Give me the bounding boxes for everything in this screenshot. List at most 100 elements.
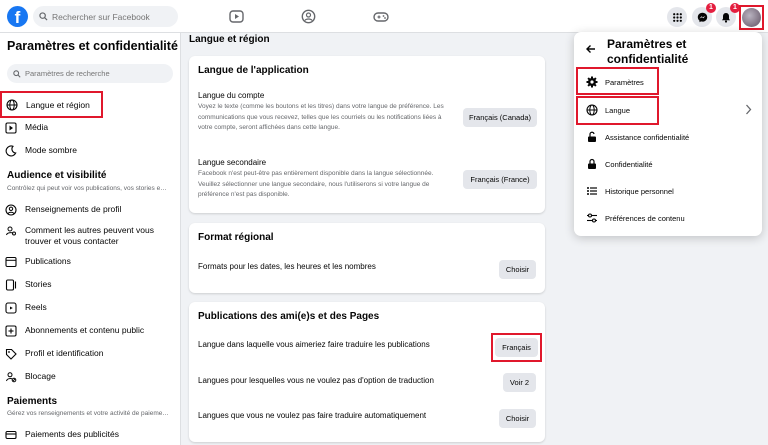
sidebar-item-label: Mode sombre [25, 145, 77, 155]
facebook-search[interactable] [33, 6, 178, 27]
groups-nav-button[interactable] [300, 8, 317, 25]
globe-icon [585, 103, 599, 117]
avatar [742, 8, 761, 27]
gaming-nav-button[interactable] [372, 8, 389, 25]
back-arrow-icon[interactable] [585, 43, 597, 55]
sidebar-item-stories[interactable]: Stories [4, 278, 176, 292]
tag-icon [4, 347, 18, 361]
user-icon [4, 203, 18, 217]
media-icon [4, 121, 18, 135]
secondary-language-label: Langue secondaire [198, 158, 267, 167]
sidebar-title: Paramètres et confidentialité [7, 39, 178, 53]
user-search-icon [4, 224, 18, 238]
search-icon [13, 69, 21, 78]
follow-icon [4, 324, 18, 338]
list-icon [585, 184, 599, 198]
messenger-badge: 1 [706, 3, 716, 13]
card-posts-translation: Publications des ami(e)s et des Pages La… [189, 302, 545, 442]
card-title: Format régional [198, 232, 274, 243]
account-language-desc: Voyez le texte (comme les boutons et les… [198, 103, 444, 131]
no-auto-translate-button[interactable]: Choisir [499, 409, 536, 428]
dropdown-item-parametres[interactable]: Paramètres [578, 69, 758, 95]
facebook-search-input[interactable] [52, 11, 172, 22]
card-title: Langue de l'application [198, 65, 309, 76]
dropdown-item-content-preferences[interactable]: Préférences de contenu [578, 205, 758, 231]
dropdown-item-label: Langue [605, 105, 631, 115]
card-title: Publications des ami(e)s et des Pages [198, 311, 380, 322]
lock-open-icon [585, 130, 599, 144]
sidebar-item-label: Blocage [25, 371, 56, 381]
dropdown-item-label: Préférences de contenu [605, 213, 685, 223]
dropdown-item-activity-log[interactable]: Historique personnel [578, 178, 758, 204]
sidebar-item-label: Stories [25, 279, 52, 289]
notifications-button[interactable]: 1 [716, 3, 740, 27]
settings-search[interactable] [7, 64, 173, 83]
sidebar-item-find-contact[interactable]: Comment les autres peuvent vous trouver … [4, 224, 176, 247]
sidebar-item-label: Comment les autres peuvent vous trouver … [25, 225, 154, 246]
menu-button[interactable] [667, 7, 687, 27]
sidebar-item-profile-tagging[interactable]: Profil et identification [4, 347, 176, 361]
sidebar-item-profile-info[interactable]: Renseignements de profil [4, 203, 176, 217]
settings-dropdown: Paramètres et confidentialité Paramètres… [574, 32, 762, 236]
sidebar-item-posts[interactable]: Publications [4, 255, 176, 269]
sidebar-item-langue-region[interactable]: Langue et région [0, 91, 103, 118]
secondary-language-desc: Facebook n'est peut-être pas entièrement… [198, 170, 434, 198]
messenger-icon [697, 12, 707, 22]
dropdown-item-label: Assistance confidentialité [605, 132, 690, 142]
messenger-button[interactable]: 1 [692, 3, 716, 27]
no-auto-translate-label: Langues que vous ne voulez pas faire tra… [198, 411, 427, 420]
sidebar-item-label: Profil et identification [25, 348, 104, 358]
section-audience-title: Audience et visibilité [7, 170, 107, 181]
sidebar-item-label: Reels [25, 302, 47, 312]
stories-icon [4, 278, 18, 292]
dropdown-item-label: Confidentialité [605, 159, 653, 169]
sidebar-item-follows[interactable]: Abonnements et contenu public [4, 324, 176, 338]
sidebar-item-reels[interactable]: Reels [4, 301, 176, 315]
groups-icon [301, 9, 316, 24]
sidebar-item-label: Abonnements et contenu public [25, 325, 145, 335]
top-bar: f 1 1 [0, 0, 768, 33]
no-translation-label: Langues pour lesquelles vous ne voulez p… [198, 376, 434, 385]
account-language-button[interactable]: Français (Canada) [463, 108, 537, 127]
section-audience-subtitle: Contrôlez qui peut voir vos publications… [7, 185, 167, 192]
dropdown-item-langue[interactable]: Langue [578, 97, 758, 123]
dropdown-item-privacy[interactable]: Confidentialité [578, 151, 758, 177]
reels-icon [4, 301, 18, 315]
video-icon [229, 10, 244, 23]
sidebar-item-label: Langue et région [26, 99, 90, 110]
sidebar-item-label: Renseignements de profil [25, 204, 122, 214]
sidebar-item-media[interactable]: Média [4, 121, 176, 135]
settings-search-input[interactable] [25, 69, 165, 78]
section-payments-subtitle: Gérez vos renseignements et votre activi… [7, 410, 169, 417]
block-user-icon [4, 370, 18, 384]
bell-icon [722, 12, 730, 23]
chevron-right-icon [746, 104, 752, 115]
grid-menu-icon [672, 12, 682, 22]
regional-format-label: Formats pour les dates, les heures et le… [198, 262, 376, 271]
account-language-label: Langue du compte [198, 91, 265, 100]
regional-format-button[interactable]: Choisir [499, 260, 536, 279]
translate-posts-label: Langue dans laquelle vous aimeriez faire… [198, 340, 430, 349]
sidebar-item-blocking[interactable]: Blocage [4, 370, 176, 384]
dropdown-item-privacy-checkup[interactable]: Assistance confidentialité [578, 124, 758, 150]
search-icon [39, 12, 48, 21]
sidebar-item-label: Paiements des publicités [25, 429, 120, 439]
moon-icon [4, 144, 18, 158]
dropdown-item-label: Historique personnel [605, 186, 674, 196]
posts-icon [4, 255, 18, 269]
dropdown-item-label: Paramètres [605, 77, 644, 87]
page-title: Langue et région [189, 34, 270, 45]
watch-nav-button[interactable] [228, 8, 245, 25]
gamepad-icon [372, 11, 389, 22]
section-payments-title: Paiements [7, 396, 58, 407]
sidebar-item-ad-payments[interactable]: Paiements des publicités [4, 428, 176, 442]
facebook-logo[interactable]: f [7, 6, 28, 27]
no-translation-button[interactable]: Voir 2 [503, 373, 536, 392]
account-avatar-button[interactable] [739, 5, 764, 30]
globe-icon [5, 98, 19, 112]
translate-posts-button[interactable]: Français [495, 338, 538, 357]
sidebar-item-dark-mode[interactable]: Mode sombre [4, 144, 176, 158]
secondary-language-button[interactable]: Français (France) [463, 170, 537, 189]
sidebar-item-label: Média [25, 122, 49, 132]
card-app-language: Langue de l'application Langue du compte… [189, 56, 545, 213]
